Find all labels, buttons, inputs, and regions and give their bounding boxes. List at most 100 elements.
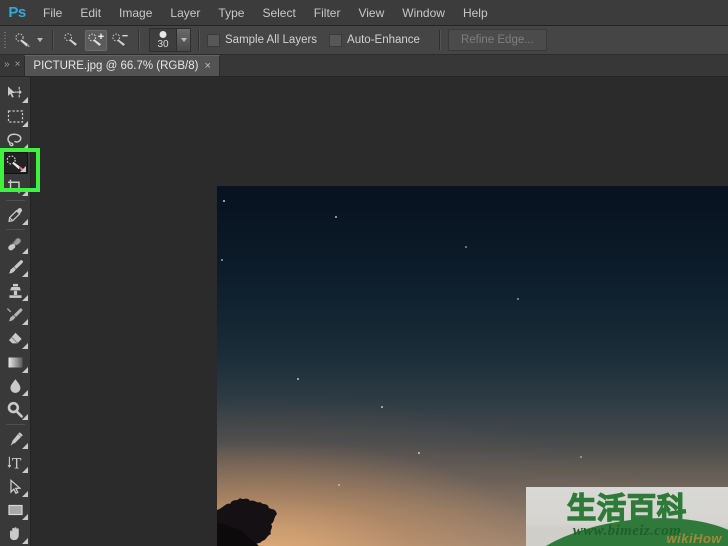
crop-tool-flyout-icon[interactable] [21,190,28,197]
watermark-overlay: 生活百科 www.bimeiz.com wikiHow [526,487,728,546]
spot-healing-brush-flyout-icon[interactable] [21,247,28,254]
photoshop-logo-icon: Ps [8,4,26,21]
menu-item-image[interactable]: Image [110,0,161,26]
options-separator-1 [52,30,54,50]
brush-tool-flyout-icon[interactable] [21,271,28,278]
spot-healing-brush-tool[interactable] [1,232,30,256]
clone-stamp-tool[interactable] [1,279,30,303]
refine-edge-button[interactable]: Refine Edge... [447,29,547,51]
tools-separator-3 [5,424,25,426]
document-workspace[interactable] [31,77,728,546]
crop-tool[interactable] [1,174,30,198]
tool-preset-picker[interactable] [10,30,45,51]
auto-enhance-label: Auto-Enhance [347,34,420,46]
rectangular-marquee-tool[interactable] [1,105,30,129]
star [517,298,519,300]
star [223,200,225,202]
brush-size-value: 30 [157,39,169,50]
menu-item-edit[interactable]: Edit [71,0,110,26]
brush-size-picker[interactable]: 30 [149,28,191,52]
watermark-characters: 生活百科 [566,490,687,525]
auto-enhance-checkbox[interactable] [329,33,343,47]
star [335,216,337,218]
close-all-documents-icon[interactable]: × [15,60,21,70]
quick-selection-tool[interactable] [2,152,28,175]
options-separator-4 [438,30,441,50]
pen-tool-flyout-icon[interactable] [21,442,28,449]
brush-size-preview: 30 [150,29,176,51]
tab-bar-gutter: » × [0,54,24,76]
shape-tool-flyout-icon[interactable] [21,514,28,521]
selection-mode-group [61,29,131,51]
gradient-tool[interactable] [1,351,30,375]
menu-item-layer[interactable]: Layer [161,0,209,26]
sample-all-layers-option[interactable]: Sample All Layers [207,33,317,47]
tool-preset-chevron-down-icon[interactable] [37,38,43,42]
brush-size-chevron-down-icon[interactable] [176,29,190,51]
lasso-tool[interactable] [1,129,30,153]
tools-panel: T [0,77,31,546]
tree-silhouette [217,484,289,546]
menu-item-window[interactable]: Window [393,0,454,26]
move-tool-flyout-icon[interactable] [21,96,28,103]
rectangle-shape-tool[interactable] [1,499,30,523]
path-selection-tool-flyout-icon[interactable] [21,490,28,497]
star [381,406,383,408]
menu-item-help[interactable]: Help [454,0,497,26]
subtract-from-selection-button[interactable] [109,30,131,51]
marquee-tool-flyout-icon[interactable] [21,120,28,127]
star [465,246,467,248]
tool-options-bar: 30 Sample All Layers Auto-Enhance Refine… [0,26,728,55]
history-brush-tool-flyout-icon[interactable] [21,318,28,325]
eyedropper-tool-flyout-icon[interactable] [21,218,28,225]
hand-tool-flyout-icon[interactable] [21,538,28,545]
menu-item-select[interactable]: Select [253,0,304,26]
add-to-selection-button[interactable] [85,29,107,51]
move-tool[interactable] [1,81,30,105]
lasso-tool-flyout-icon[interactable] [21,144,28,151]
tools-separator-2 [5,228,25,230]
photoshop-window: Ps File Edit Image Layer Type Select Fil… [0,0,728,546]
menu-item-filter[interactable]: Filter [305,0,350,26]
options-bar-grip[interactable] [0,26,10,55]
eyedropper-tool[interactable] [1,203,30,227]
watermark-ghost-text: wikiHow [666,531,722,546]
new-selection-button[interactable] [61,30,83,51]
quick-selection-brush-icon [12,30,34,51]
path-selection-tool[interactable] [1,475,30,499]
document-tab-close-icon[interactable]: × [204,60,210,72]
tab-overflow-chevron-icon[interactable]: » [4,60,10,70]
blur-tool[interactable] [1,375,30,399]
star [580,456,582,458]
options-separator-3 [198,30,200,50]
clone-stamp-tool-flyout-icon[interactable] [21,295,28,302]
document-tab-picture-jpg[interactable]: PICTURE.jpg @ 66.7% (RGB/8) × [24,55,220,76]
hand-tool[interactable] [1,522,30,546]
type-tool-flyout-icon[interactable] [21,466,28,473]
menu-item-type[interactable]: Type [209,0,253,26]
document-tab-bar: » × PICTURE.jpg @ 66.7% (RGB/8) × [0,55,728,77]
brush-tool[interactable] [1,256,30,280]
menu-bar: Ps File Edit Image Layer Type Select Fil… [0,0,728,26]
gradient-tool-flyout-icon[interactable] [21,366,28,373]
pen-tool[interactable] [1,427,30,451]
svg-text:T: T [12,456,22,471]
star [221,259,223,261]
eraser-tool-flyout-icon[interactable] [21,342,28,349]
quick-selection-tool-flyout-icon[interactable] [19,166,26,173]
options-separator-2 [138,30,140,50]
brush-tip-dot-icon [159,31,167,38]
menu-item-file[interactable]: File [34,0,71,26]
horizontal-type-tool[interactable]: T [1,451,30,475]
sample-all-layers-checkbox[interactable] [207,33,220,47]
dodge-tool[interactable] [1,398,30,422]
tools-separator-1 [5,200,25,202]
eraser-tool[interactable] [1,327,30,351]
document-tab-title: PICTURE.jpg @ 66.7% (RGB/8) [33,60,199,72]
menu-item-view[interactable]: View [349,0,393,26]
dodge-tool-flyout-icon[interactable] [21,414,28,421]
history-brush-tool[interactable] [1,303,30,327]
auto-enhance-option[interactable]: Auto-Enhance [329,33,420,47]
star [338,484,340,486]
blur-tool-flyout-icon[interactable] [21,390,28,397]
